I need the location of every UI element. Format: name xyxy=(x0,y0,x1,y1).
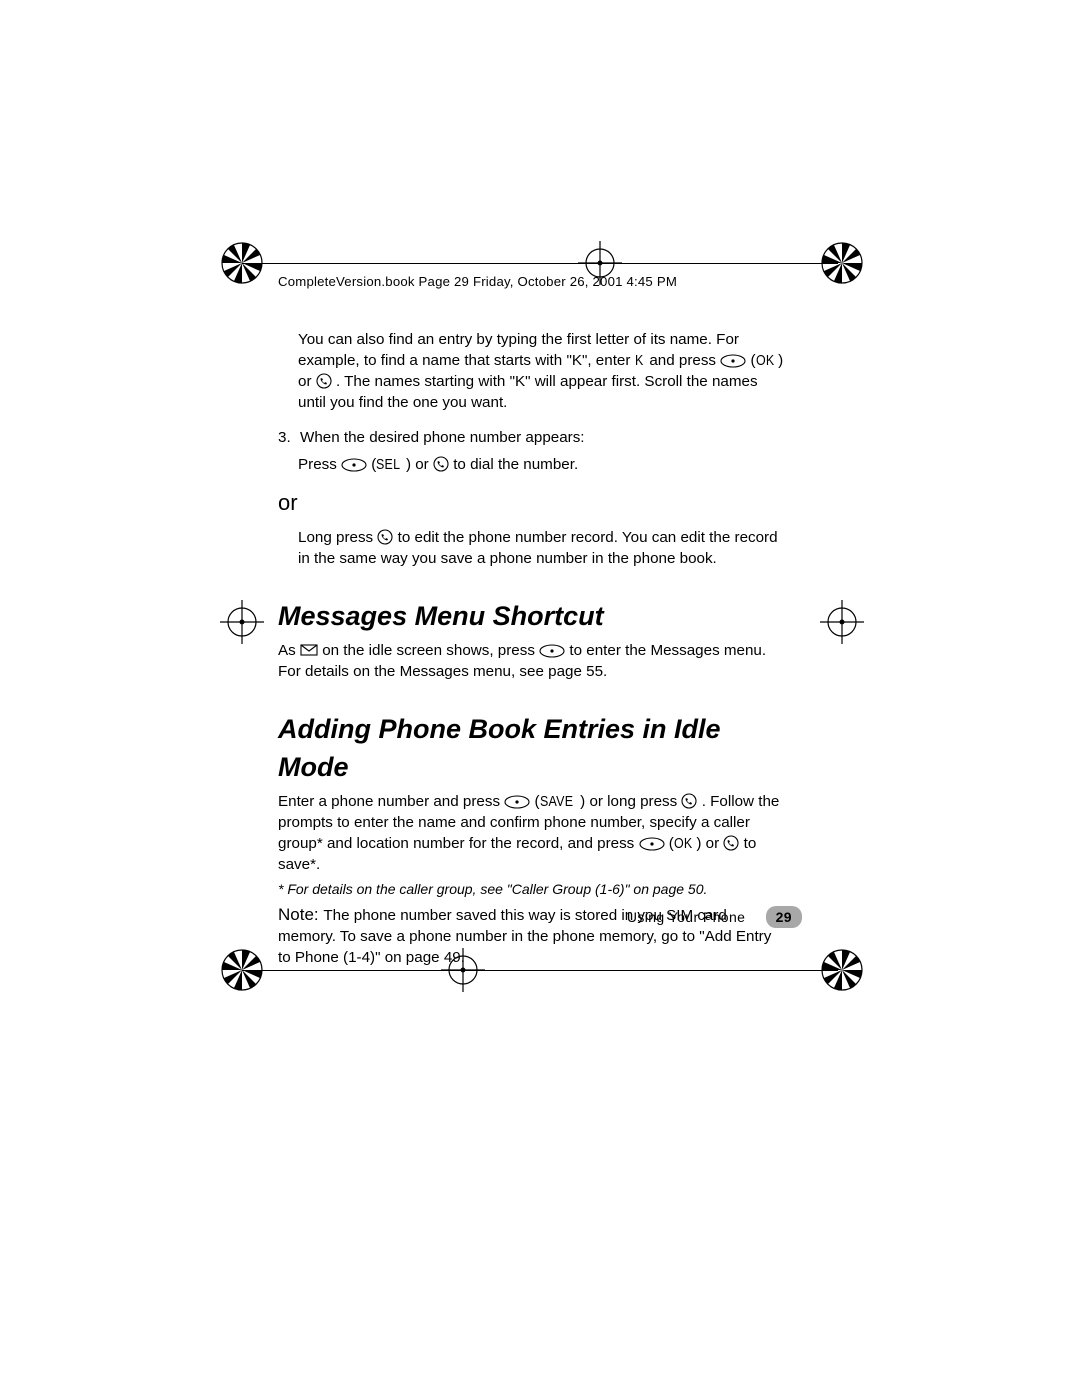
softkey-icon xyxy=(341,458,367,472)
text: to dial the number. xyxy=(453,456,578,473)
step-3: 3. When the desired phone number appears… xyxy=(278,428,788,449)
heading-messages-shortcut: Messages Menu Shortcut xyxy=(278,598,788,635)
call-key-icon xyxy=(377,529,393,545)
register-pinwheel-icon xyxy=(220,241,264,285)
page-content: You can also find an entry by typing the… xyxy=(278,330,788,973)
register-pinwheel-icon xyxy=(820,948,864,992)
register-crosshair-icon xyxy=(220,600,264,644)
note-label: Note: xyxy=(278,905,323,924)
text: and press xyxy=(649,352,720,369)
text: Long press xyxy=(298,529,377,546)
softkey-icon xyxy=(639,837,665,851)
softkey-icon xyxy=(720,354,746,368)
long-press-paragraph: Long press to edit the phone number reco… xyxy=(278,528,788,570)
crop-line-top xyxy=(242,263,838,264)
call-key-icon xyxy=(316,373,332,389)
page-number-badge: 29 xyxy=(766,906,802,928)
call-key-icon xyxy=(433,456,449,472)
register-crosshair-icon xyxy=(820,600,864,644)
text: . The names starting with "K" will appea… xyxy=(298,373,758,411)
text: ) or xyxy=(696,835,723,852)
messages-paragraph: As on the idle screen shows, press to en… xyxy=(278,641,788,683)
label-sel: SEL xyxy=(376,455,400,476)
softkey-icon xyxy=(539,644,565,658)
label-ok: OK xyxy=(756,351,774,372)
text: ) or xyxy=(406,456,433,473)
register-pinwheel-icon xyxy=(220,948,264,992)
envelope-icon xyxy=(300,643,318,657)
label-save: SAVE xyxy=(540,792,573,813)
text: ( xyxy=(535,793,540,810)
register-pinwheel-icon xyxy=(820,241,864,285)
call-key-icon xyxy=(681,793,697,809)
adding-paragraph: Enter a phone number and press (SAVE ) or… xyxy=(278,792,788,876)
step-3-detail: Press (SEL) or to dial the number. xyxy=(278,455,788,476)
text: Enter a phone number and press xyxy=(278,793,504,810)
manual-page: CompleteVersion.book Page 29 Friday, Oct… xyxy=(0,0,1080,1397)
softkey-icon xyxy=(504,795,530,809)
footnote-caller-group: * For details on the caller group, see "… xyxy=(278,880,788,899)
text: ( xyxy=(750,352,755,369)
heading-adding-entries: Adding Phone Book Entries in Idle Mode xyxy=(278,711,788,786)
or-separator: or xyxy=(278,488,788,518)
call-key-icon xyxy=(723,835,739,851)
text: on the idle screen shows, press xyxy=(322,642,539,659)
footer-section-title: Using Your Phone xyxy=(627,909,746,925)
find-entry-paragraph: You can also find an entry by typing the… xyxy=(278,330,788,414)
page-footer: Using Your Phone 29 xyxy=(627,906,802,928)
key-letter-k: K xyxy=(635,351,644,372)
text: Press xyxy=(298,456,341,473)
text: ) or long press xyxy=(580,793,681,810)
framemaker-header: CompleteVersion.book Page 29 Friday, Oct… xyxy=(278,274,677,289)
step-number: 3. xyxy=(278,428,291,449)
text: When the desired phone number appears: xyxy=(300,429,585,446)
label-ok: OK xyxy=(674,834,692,855)
text: As xyxy=(278,642,300,659)
